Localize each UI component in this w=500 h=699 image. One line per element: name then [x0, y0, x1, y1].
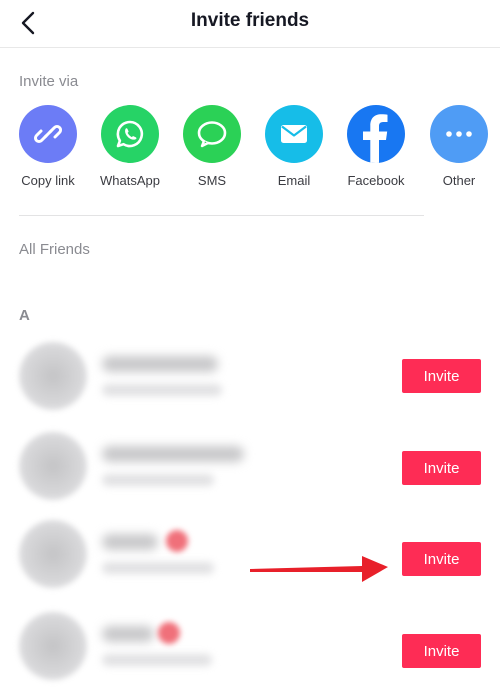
- envelope-icon: [265, 105, 323, 163]
- avatar: [19, 432, 87, 500]
- blurred-badge: [158, 622, 180, 644]
- avatar: [19, 342, 87, 410]
- share-whatsapp-button[interactable]: WhatsApp: [89, 105, 171, 188]
- blurred-subtitle: [102, 654, 212, 666]
- share-label: Facebook: [347, 173, 405, 188]
- share-sms-button[interactable]: SMS: [171, 105, 253, 188]
- blurred-name: [102, 626, 154, 642]
- invite-button[interactable]: Invite: [402, 451, 481, 485]
- blurred-subtitle: [102, 384, 222, 396]
- share-label: Other: [442, 173, 476, 188]
- share-label: WhatsApp: [100, 173, 160, 188]
- friend-row: Invite: [0, 432, 500, 524]
- facebook-icon: [347, 105, 405, 163]
- share-copy-link-button[interactable]: Copy link: [7, 105, 89, 188]
- friend-row: Invite: [0, 342, 500, 434]
- invite-via-label: Invite via: [19, 73, 79, 90]
- avatar: [19, 612, 87, 680]
- blurred-subtitle: [102, 562, 214, 574]
- all-friends-label: All Friends: [19, 241, 90, 258]
- invite-button[interactable]: Invite: [402, 634, 481, 668]
- link-icon: [19, 105, 77, 163]
- divider: [19, 215, 424, 216]
- share-label: SMS: [197, 173, 227, 188]
- blurred-name: [102, 356, 218, 372]
- share-label: Copy link: [21, 173, 75, 188]
- friend-row: Invite: [0, 520, 500, 612]
- blurred-badge: [166, 530, 188, 552]
- invite-button[interactable]: Invite: [402, 359, 481, 393]
- blurred-subtitle: [102, 474, 214, 486]
- more-dots-icon: [430, 105, 488, 163]
- invite-button[interactable]: Invite: [402, 542, 481, 576]
- share-other-button[interactable]: Other: [418, 105, 500, 188]
- sms-bubble-icon: [183, 105, 241, 163]
- page-title: Invite friends: [190, 10, 310, 31]
- whatsapp-icon: [101, 105, 159, 163]
- share-options: Copy link WhatsApp SMS Email Facebook Ot…: [0, 105, 500, 195]
- share-facebook-button[interactable]: Facebook: [335, 105, 417, 188]
- section-letter: A: [19, 307, 30, 324]
- blurred-name: [102, 446, 244, 462]
- share-email-button[interactable]: Email: [253, 105, 335, 188]
- share-label: Email: [277, 173, 311, 188]
- top-bar: Invite friends: [0, 0, 500, 48]
- avatar: [19, 520, 87, 588]
- blurred-name: [102, 534, 158, 550]
- friend-row: Invite: [0, 612, 500, 699]
